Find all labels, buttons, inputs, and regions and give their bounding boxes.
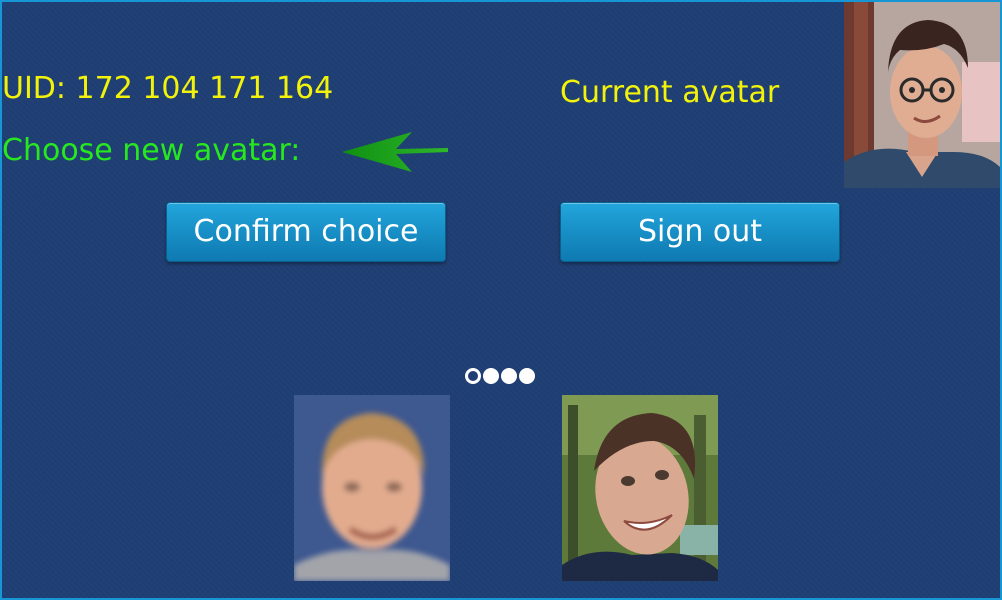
avatar-settings-screen: UID: 172 104 171 164 Choose new avatar: … [0, 0, 1002, 600]
choose-new-avatar-label: Choose new avatar: [2, 133, 301, 168]
carousel-dot-2[interactable] [483, 368, 499, 384]
sign-out-button[interactable]: Sign out [560, 202, 840, 262]
carousel-dot-1[interactable] [465, 368, 481, 384]
portrait-outdoor-icon [562, 395, 718, 581]
avatar-option-1[interactable] [294, 395, 450, 581]
carousel-pager [465, 368, 535, 386]
left-arrow-icon [342, 132, 448, 172]
uid-label: UID: 172 104 171 164 [2, 71, 334, 106]
carousel-dot-4[interactable] [519, 368, 535, 384]
carousel-dot-3[interactable] [501, 368, 517, 384]
confirm-choice-button[interactable]: Confirm choice [166, 202, 446, 262]
current-avatar-label: Current avatar [560, 75, 780, 110]
avatar-option-2[interactable] [562, 395, 718, 581]
current-avatar-image [844, 2, 1000, 188]
portrait-glasses-icon [844, 2, 1000, 188]
portrait-blurred-icon [294, 395, 450, 581]
